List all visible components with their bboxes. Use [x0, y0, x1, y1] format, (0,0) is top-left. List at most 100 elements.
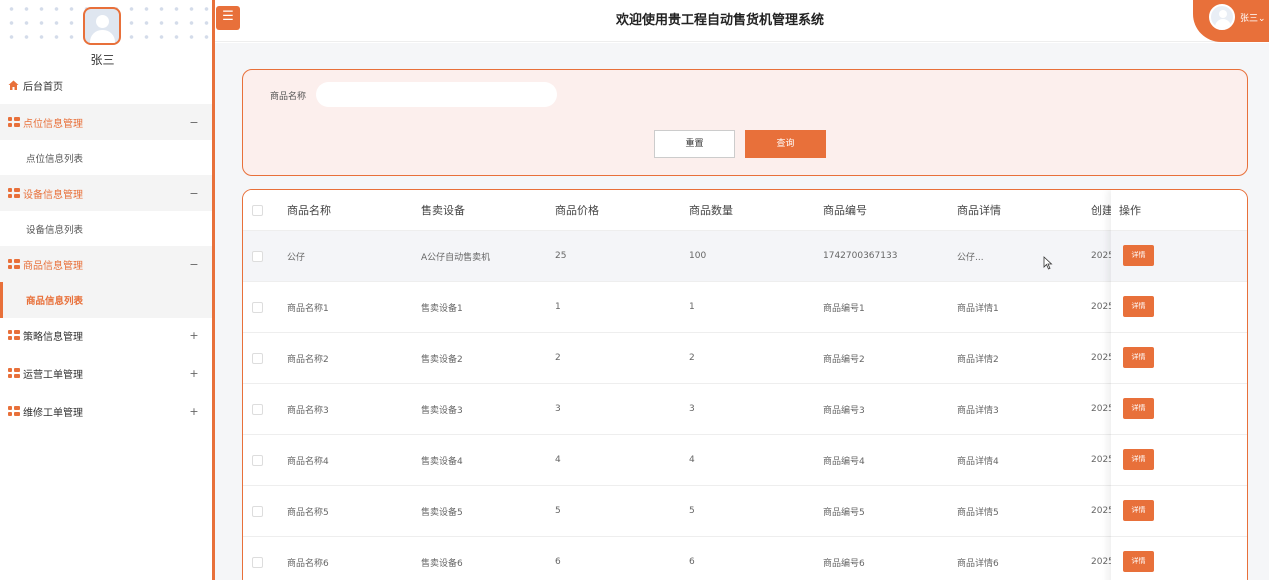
- column-header[interactable]: 商品价格: [555, 190, 599, 230]
- menu-toggle-button[interactable]: ☰: [216, 6, 240, 30]
- sidebar-user-name: 张三: [90, 53, 115, 67]
- sidebar-item-label: 设备信息列表: [26, 225, 84, 236]
- row-checkbox[interactable]: [252, 455, 263, 466]
- table-row[interactable]: 商品名称2 售卖设备2 2 2 商品编号2 商品详情2 2025: [243, 332, 1247, 383]
- detail-button[interactable]: 详情: [1123, 398, 1154, 419]
- sidebar-item-device-mgmt[interactable]: 设备信息管理 −: [0, 175, 212, 211]
- detail-button[interactable]: 详情: [1123, 245, 1154, 266]
- row-checkbox[interactable]: [252, 302, 263, 313]
- table-cell: 商品详情4: [957, 456, 999, 467]
- search-label: 商品名称: [270, 92, 307, 102]
- table-cell: 公仔: [287, 252, 306, 263]
- sidebar-item-label: 策略信息管理: [23, 331, 83, 343]
- table-cell: 售卖设备1: [421, 303, 463, 314]
- table-cell: 6: [689, 557, 695, 567]
- table-cell: 商品名称2: [287, 354, 329, 365]
- table-cell: 商品编号1: [823, 303, 865, 314]
- table-cell: 5: [555, 506, 561, 516]
- detail-button[interactable]: 详情: [1123, 296, 1154, 317]
- table-cell: 公仔...: [957, 252, 984, 263]
- detail-button[interactable]: 详情: [1123, 449, 1154, 470]
- table-row[interactable]: 商品名称5 售卖设备5 5 5 商品编号5 商品详情5 2025: [243, 485, 1247, 536]
- column-header[interactable]: 售卖设备: [421, 190, 465, 230]
- table-cell: 3: [689, 404, 695, 414]
- sidebar-item-operation-orders[interactable]: 运营工单管理 +: [0, 355, 212, 391]
- detail-button[interactable]: 详情: [1123, 500, 1154, 521]
- sidebar-item-location-mgmt[interactable]: 点位信息管理 −: [0, 104, 212, 140]
- collapse-icon[interactable]: −: [184, 258, 204, 271]
- column-header[interactable]: 商品名称: [287, 190, 331, 230]
- sidebar-item-label: 点位信息列表: [26, 154, 84, 165]
- row-checkbox[interactable]: [252, 557, 263, 568]
- sidebar-item-repair-orders[interactable]: 维修工单管理 +: [0, 393, 212, 429]
- grid-icon: [8, 117, 20, 127]
- expand-icon[interactable]: +: [184, 405, 204, 418]
- table-cell: 商品名称4: [287, 456, 329, 467]
- table-cell: 4: [555, 455, 561, 465]
- table-cell: 2025: [1091, 404, 1111, 414]
- table-cell: 6: [555, 557, 561, 567]
- sidebar: 张三 后台首页 点位信息管理 − 点位信息列表 设备信息管理 − 设备信息列表 …: [0, 0, 212, 580]
- sidebar-item-label: 运营工单管理: [23, 369, 83, 381]
- table-cell: 2025: [1091, 251, 1111, 261]
- table-cell: 商品名称5: [287, 507, 329, 518]
- expand-icon[interactable]: +: [184, 367, 204, 380]
- table-cell: 售卖设备3: [421, 405, 463, 416]
- sidebar-item-label: 商品信息列表: [26, 296, 84, 307]
- sidebar-item-device-list[interactable]: 设备信息列表: [0, 211, 212, 247]
- table-row[interactable]: 商品名称3 售卖设备3 3 3 商品编号3 商品详情3 2025: [243, 383, 1247, 434]
- product-name-input[interactable]: [316, 82, 557, 107]
- table-cell: 商品编号2: [823, 354, 865, 365]
- sidebar-item-label: 后台首页: [23, 81, 63, 93]
- table-cell: 2025: [1091, 557, 1111, 567]
- grid-icon: [8, 330, 20, 340]
- sidebar-item-home[interactable]: 后台首页: [0, 67, 212, 103]
- row-checkbox[interactable]: [252, 251, 263, 262]
- table-row[interactable]: 商品名称6 售卖设备6 6 6 商品编号6 商品详情6 2025: [243, 536, 1247, 580]
- table-cell: 售卖设备2: [421, 354, 463, 365]
- sidebar-avatar[interactable]: [83, 7, 121, 45]
- sidebar-item-strategy-mgmt[interactable]: 策略信息管理 +: [0, 317, 212, 353]
- table-cell: 商品详情5: [957, 507, 999, 518]
- row-checkbox[interactable]: [252, 506, 263, 517]
- reset-button[interactable]: 重置: [654, 130, 735, 158]
- column-header[interactable]: 商品数量: [689, 190, 733, 230]
- grid-icon: [8, 406, 20, 416]
- table-cell: A公仔自动售卖机: [421, 252, 491, 263]
- detail-button[interactable]: 详情: [1123, 551, 1154, 572]
- table-cell: 商品详情3: [957, 405, 999, 416]
- row-checkbox[interactable]: [252, 404, 263, 415]
- table-cell: 商品详情1: [957, 303, 999, 314]
- collapse-icon[interactable]: −: [184, 187, 204, 200]
- table-cell: 100: [689, 251, 707, 261]
- table-cell: 2025: [1091, 455, 1111, 465]
- column-header[interactable]: 创建: [1091, 190, 1111, 230]
- select-all-checkbox[interactable]: [252, 205, 263, 216]
- table-cell: 商品详情2: [957, 354, 999, 365]
- column-header[interactable]: 商品编号: [823, 190, 867, 230]
- table-row[interactable]: 商品名称4 售卖设备4 4 4 商品编号4 商品详情4 2025: [243, 434, 1247, 485]
- table-header: 商品名称 售卖设备 商品价格 商品数量 商品编号 商品详情 创建: [243, 190, 1247, 230]
- user-menu[interactable]: 张三⌄: [1193, 0, 1269, 42]
- table-cell: 商品详情6: [957, 558, 999, 569]
- sidebar-item-location-list[interactable]: 点位信息列表: [0, 140, 212, 176]
- row-checkbox[interactable]: [252, 353, 263, 364]
- expand-icon[interactable]: +: [184, 329, 204, 342]
- sidebar-item-product-list[interactable]: 商品信息列表: [0, 282, 212, 318]
- table-row[interactable]: 商品名称1 售卖设备1 1 1 商品编号1 商品详情1 2025: [243, 281, 1247, 332]
- table-cell: 5: [689, 506, 695, 516]
- collapse-icon[interactable]: −: [184, 116, 204, 129]
- table-cell: 2025: [1091, 506, 1111, 516]
- table-cell: 售卖设备6: [421, 558, 463, 569]
- grid-icon: [8, 188, 20, 198]
- detail-button[interactable]: 详情: [1123, 347, 1154, 368]
- table-row[interactable]: 公仔 A公仔自动售卖机 25 100 1742700367133 公仔... 2025: [243, 230, 1247, 281]
- column-header: 操作: [1119, 204, 1141, 217]
- column-header[interactable]: 商品详情: [957, 190, 1001, 230]
- query-button[interactable]: 查询: [745, 130, 826, 158]
- sidebar-item-product-mgmt[interactable]: 商品信息管理 −: [0, 246, 212, 282]
- table-cell: 2: [689, 353, 695, 363]
- table-cell: 售卖设备5: [421, 507, 463, 518]
- sidebar-item-label: 点位信息管理: [23, 118, 83, 130]
- table-cell: 1: [689, 302, 695, 312]
